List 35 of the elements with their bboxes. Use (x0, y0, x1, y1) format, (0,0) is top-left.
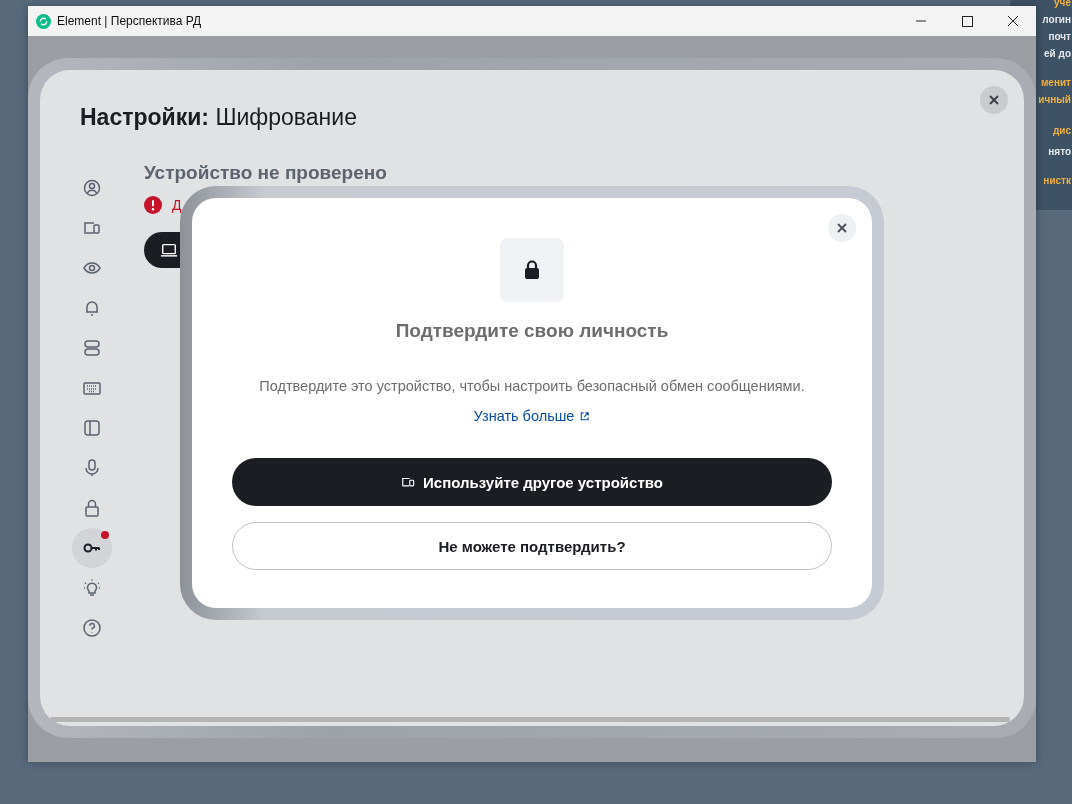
laptop-icon (160, 241, 178, 259)
close-button[interactable] (828, 214, 856, 242)
devices-icon (401, 475, 416, 489)
use-other-device-button[interactable]: Используйте другое устройство (232, 458, 832, 506)
close-button[interactable] (980, 86, 1008, 114)
dialog-title: Подтвердите свою личность (395, 320, 669, 342)
background-text: менит (1040, 76, 1071, 90)
help-icon (82, 618, 102, 638)
app-logo-icon (36, 13, 51, 29)
external-link-icon (579, 410, 591, 422)
sidebar-icon (82, 418, 102, 438)
background-text: логин (1042, 13, 1071, 27)
window-title: Element | Перспектива РД (57, 14, 202, 28)
section-title: Устройство не проверено (144, 162, 387, 184)
cannot-verify-button[interactable]: Не можете подтвердить? (232, 522, 832, 570)
background-text: уче (1054, 0, 1071, 10)
learn-more-link[interactable]: Узнать больше (473, 408, 591, 424)
toggles-icon (82, 338, 102, 358)
microphone-icon (82, 458, 102, 478)
background-text: дис (1052, 124, 1071, 138)
notification-dot (101, 531, 109, 539)
background-text: нято (1048, 145, 1071, 159)
scrollbar[interactable] (50, 717, 1010, 722)
settings-tab[interactable] (72, 528, 112, 568)
background-text: ей до (1044, 47, 1071, 61)
background-text: почт (1048, 30, 1071, 44)
dialog-title: Настройки: Шифрование (80, 104, 358, 131)
padlock-icon (82, 498, 102, 518)
error-icon (144, 196, 162, 214)
lightbulb-icon (82, 578, 102, 598)
background-text: нистк (1043, 174, 1071, 188)
warning-text: Д (172, 197, 182, 213)
background-text: ичный (1038, 93, 1071, 107)
dialog-text: Подтвердите это устройство, чтобы настроить безопасный обмен сообщениями. (259, 378, 805, 394)
account-icon (82, 178, 102, 198)
